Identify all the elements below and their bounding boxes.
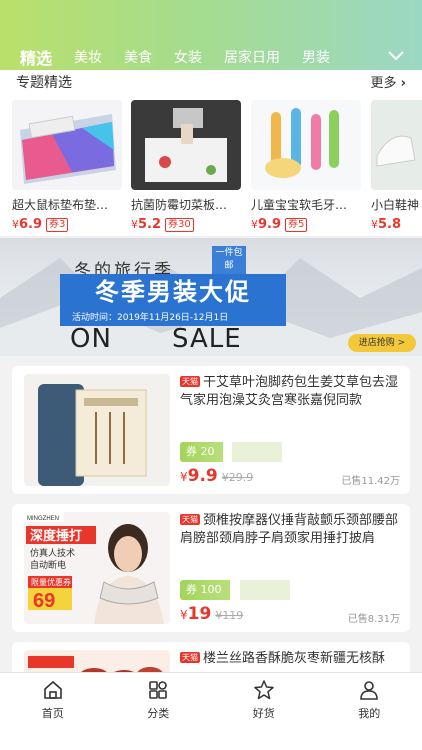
product-card[interactable]: MINGZHEN 深度捶打 仿真人技术 自动断电 限量优惠券 69 天猫 颈椎按摩… xyxy=(12,504,410,632)
bottom-nav: 首页 分类 好货 我的 xyxy=(0,672,422,750)
coupon-tail xyxy=(232,442,282,462)
tmall-badge: 天猫 xyxy=(180,652,200,663)
nav-label: 好货 xyxy=(252,707,275,720)
image-line-2: 自动断电 xyxy=(30,559,66,571)
sold-count: 已售8.31万 xyxy=(347,614,400,625)
image-limit-label: 限量优惠券 xyxy=(31,577,71,587)
featured-strip: 超大鼠标垫布垫… ¥6.9 券3 抗菌防霉切菜板… ¥5.2 券30 儿童宝宝软… xyxy=(0,96,422,236)
tmall-badge: 天猫 xyxy=(180,376,200,387)
currency-symbol: ¥ xyxy=(131,218,138,231)
original-price: ¥119 xyxy=(215,609,244,622)
product-price: ¥9.9 ¥29.9 xyxy=(180,466,254,486)
nav-category[interactable]: 分类 xyxy=(106,673,212,750)
featured-image-mousepad xyxy=(12,100,122,190)
nav-label: 首页 xyxy=(41,707,64,720)
featured-name: 小白鞋神 xyxy=(371,198,420,212)
featured-item[interactable]: 小白鞋神 ¥5.8 xyxy=(371,100,422,232)
featured-image-sneaker xyxy=(371,100,422,190)
chevron-down-icon[interactable] xyxy=(386,48,406,64)
top-header: 精选 美妆 美食 女装 居家日用 男装 xyxy=(0,0,422,74)
category-icon xyxy=(149,681,168,699)
currency-symbol: ¥ xyxy=(371,218,378,231)
featured-price-row: ¥5.2 券30 xyxy=(131,217,241,232)
nav-good-stuff[interactable]: 好货 xyxy=(211,673,317,750)
product-title: 天猫 楼兰丝路香酥脆灰枣新疆无核酥 xyxy=(180,651,386,666)
featured-item[interactable]: 超大鼠标垫布垫… ¥6.9 券3 xyxy=(12,100,122,232)
coupon-tail xyxy=(240,580,290,600)
user-icon xyxy=(360,681,379,700)
chevron-right-icon: › xyxy=(400,76,406,91)
currency-symbol: ¥ xyxy=(251,218,258,231)
tab-womens-clothing[interactable]: 女装 xyxy=(174,47,202,67)
featured-name: 超大鼠标垫布垫… xyxy=(12,198,109,212)
banner-sale-text: SALE xyxy=(172,324,242,354)
product-title: 天猫 干艾草叶泡脚药包生姜艾草包去湿气家用泡澡艾灸宫寒张嘉倪同款 xyxy=(180,375,399,408)
section-header: 专题精选 更多 › xyxy=(0,70,422,96)
coupon-tag: 券30 xyxy=(165,217,194,232)
featured-price-row: ¥5.8 xyxy=(371,217,402,232)
section-title: 专题精选 xyxy=(16,75,72,91)
coupon-badge[interactable]: 券 100 xyxy=(180,580,230,600)
tab-beauty[interactable]: 美妆 xyxy=(74,47,102,67)
nav-label: 分类 xyxy=(147,707,170,720)
featured-name: 儿童宝宝软毛牙… xyxy=(251,198,348,212)
product-price: ¥19 ¥119 xyxy=(180,604,244,624)
home-icon xyxy=(43,680,62,699)
featured-image-toothbrush xyxy=(251,100,361,190)
image-line-1: 仿真人技术 xyxy=(30,547,75,559)
nav-home[interactable]: 首页 xyxy=(0,673,106,750)
image-limit-price: 69 xyxy=(33,590,55,612)
featured-price-row: ¥6.9 券3 xyxy=(12,217,122,232)
banner-on-text: ON xyxy=(70,324,112,354)
shop-now-button[interactable]: 进店抢购 > xyxy=(348,334,416,352)
image-brand: MINGZHEN xyxy=(27,516,59,522)
tab-mens-clothing[interactable]: 男装 xyxy=(302,47,330,67)
nav-label: 我的 xyxy=(358,707,381,720)
product-card[interactable]: 天猫 干艾草叶泡脚药包生姜艾草包去湿气家用泡澡艾灸宫寒张嘉倪同款 券 20 ¥9.… xyxy=(12,366,410,494)
currency-symbol: ¥ xyxy=(12,218,19,231)
product-image-herbal-pack xyxy=(24,374,170,486)
nav-profile[interactable]: 我的 xyxy=(317,673,422,750)
tab-featured[interactable]: 精选 xyxy=(20,45,52,69)
category-tabs: 精选 美妆 美食 女装 居家日用 男装 xyxy=(0,44,380,70)
promo-banner[interactable]: 冬的旅行季 一件包邮 冬季男装大促 活动时间：2019年11月26日-12月1日… xyxy=(0,238,422,356)
product-title: 天猫 颈椎按摩器仪捶背敲颤乐颈部腰部肩膀部颈肩脖子肩颈家用捶打披肩 xyxy=(180,513,399,546)
coupon-tag: 券5 xyxy=(285,217,308,232)
featured-name: 抗菌防霉切菜板… xyxy=(131,198,228,212)
featured-item[interactable]: 儿童宝宝软毛牙… ¥9.9 券5 xyxy=(251,100,361,232)
coupon-badge[interactable]: 券 20 xyxy=(180,442,223,462)
product-image-massager: MINGZHEN 深度捶打 仿真人技术 自动断电 限量优惠券 69 xyxy=(24,512,170,624)
featured-item[interactable]: 抗菌防霉切菜板… ¥5.2 券30 xyxy=(131,100,241,232)
more-link[interactable]: 更多 › xyxy=(370,72,406,91)
star-icon xyxy=(254,680,274,700)
sold-count: 已售11.42万 xyxy=(341,476,400,487)
coupon-tag: 券3 xyxy=(46,217,69,232)
tmall-badge: 天猫 xyxy=(180,514,200,525)
banner-badge: 一件包邮 xyxy=(212,246,246,274)
featured-image-cutting-board xyxy=(131,100,241,190)
original-price: ¥29.9 xyxy=(221,471,254,484)
tab-food[interactable]: 美食 xyxy=(124,47,152,67)
featured-price-row: ¥9.9 券5 xyxy=(251,217,361,232)
image-headline: 深度捶打 xyxy=(30,528,82,544)
tab-home-goods[interactable]: 居家日用 xyxy=(224,47,280,67)
banner-title: 冬季男装大促 xyxy=(60,274,286,310)
